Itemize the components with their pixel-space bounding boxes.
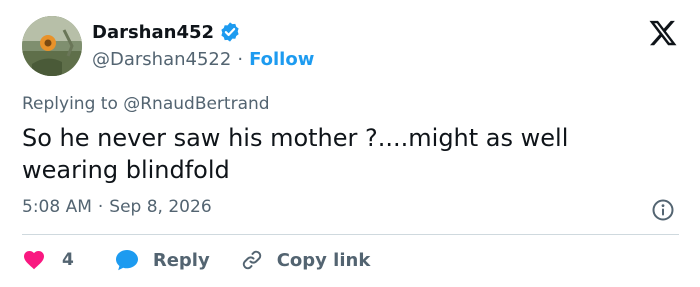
speech-bubble-icon xyxy=(115,250,138,271)
heart-icon xyxy=(24,251,44,270)
reply-button[interactable]: Reply xyxy=(114,248,210,272)
handle-separator: · xyxy=(237,49,244,70)
x-logo-icon[interactable] xyxy=(648,18,678,48)
avatar[interactable] xyxy=(22,16,82,76)
tweet-time[interactable]: 5:08 AM xyxy=(22,197,92,217)
tweet-header: Darshan452 @Darshan4522 · Follow xyxy=(22,16,678,78)
reply-label: Reply xyxy=(152,249,210,271)
link-icon xyxy=(242,250,261,270)
copy-link-button[interactable]: Copy link xyxy=(240,248,371,272)
tweet-date[interactable]: Sep 8, 2026 xyxy=(109,197,211,217)
like-button[interactable]: 4 xyxy=(22,248,74,272)
follow-button[interactable]: Follow xyxy=(249,49,314,70)
avatar-image xyxy=(22,16,82,76)
info-icon[interactable] xyxy=(651,198,675,222)
tweet-meta: 5:08 AM · Sep 8, 2026 xyxy=(22,197,212,217)
divider xyxy=(22,234,679,235)
copy-link-label: Copy link xyxy=(276,249,371,271)
display-name[interactable]: Darshan452 xyxy=(92,22,214,43)
user-handle[interactable]: @Darshan4522 xyxy=(92,49,231,70)
verified-badge-icon xyxy=(221,22,239,42)
like-count: 4 xyxy=(62,250,74,270)
action-bar: 4 Reply Copy link xyxy=(22,246,370,274)
tweet-text: So he never saw his mother ?....might as… xyxy=(22,124,569,184)
meta-separator: · xyxy=(97,197,104,217)
replying-to[interactable]: Replying to @RnaudBertrand xyxy=(22,94,270,114)
